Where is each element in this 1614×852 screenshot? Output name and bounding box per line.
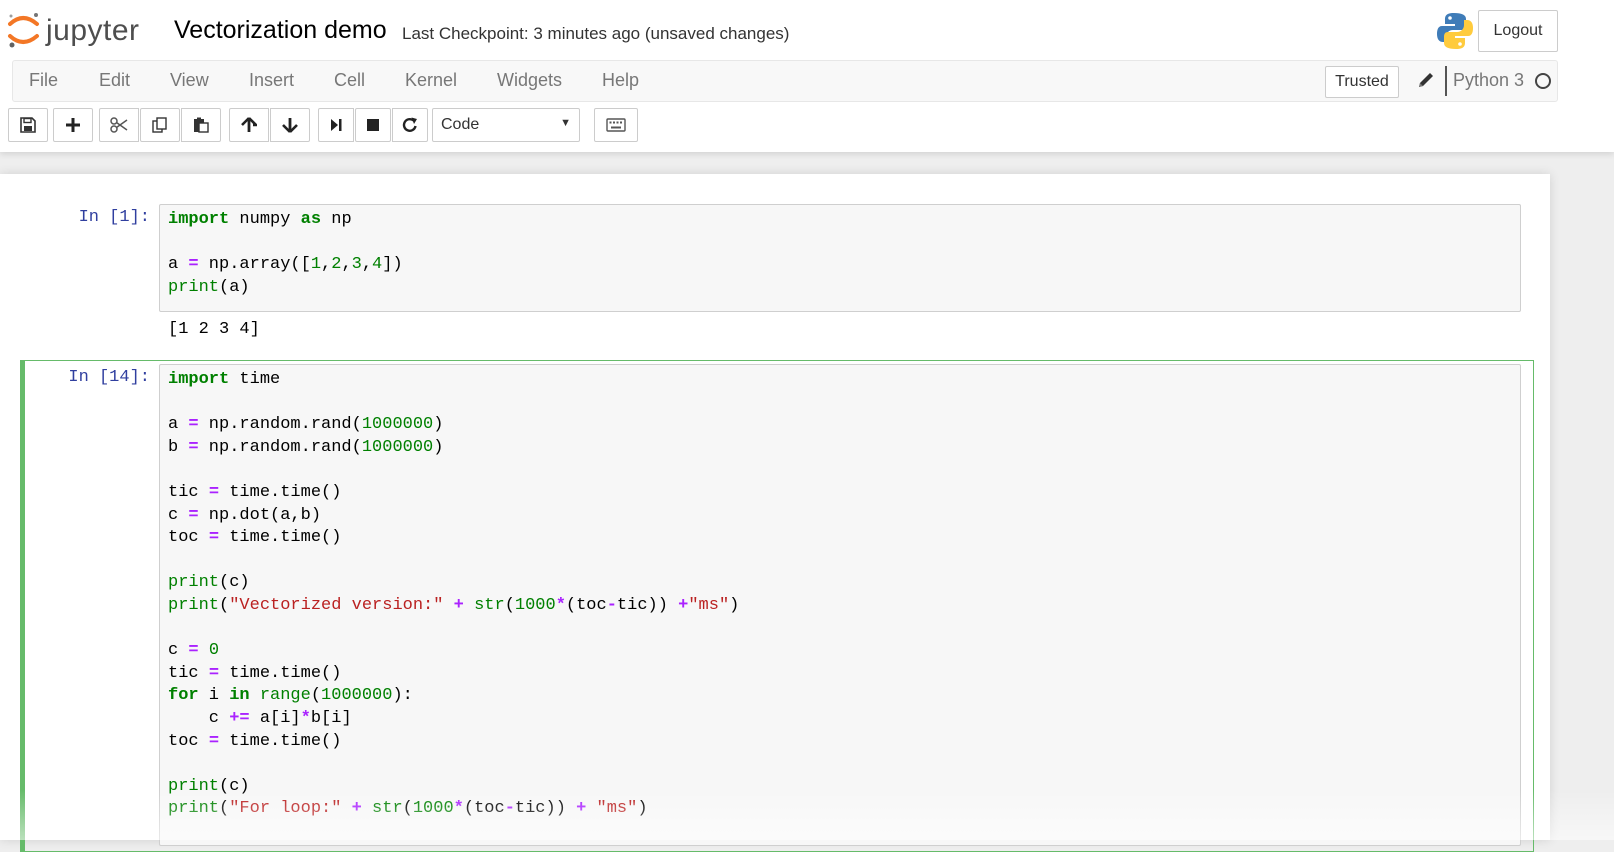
- cell-type-value: Code: [441, 116, 480, 133]
- code-line: b = np.random.rand(1000000): [168, 437, 444, 457]
- paste-icon: [194, 117, 209, 133]
- insert-cell-button[interactable]: [53, 108, 93, 142]
- code-line: print(a): [168, 277, 250, 297]
- menubar: File Edit View Insert Cell Kernel Widget…: [12, 60, 1558, 102]
- code-line: import numpy as np: [168, 210, 352, 229]
- menu-kernel[interactable]: Kernel: [405, 70, 457, 91]
- cut-button[interactable]: [99, 108, 139, 142]
- paste-button[interactable]: [181, 108, 221, 142]
- code-cell-1[interactable]: In [1]: import numpy as np a = np.array(…: [0, 174, 1550, 354]
- scissors-icon: [110, 117, 128, 133]
- notebook-title[interactable]: Vectorization demo: [174, 16, 387, 45]
- menu-view[interactable]: View: [170, 70, 209, 91]
- code-line: a = np.random.rand(1000000): [168, 415, 444, 435]
- kernel-separator: [1445, 66, 1447, 96]
- code-line: tic = time.time(): [168, 663, 342, 683]
- notebook-container: In [1]: import numpy as np a = np.array(…: [0, 174, 1550, 852]
- code-line: print("Vectorized version:" + str(1000*(…: [168, 595, 740, 615]
- kernel-name[interactable]: Python 3: [1453, 70, 1524, 91]
- code-line: toc = time.time(): [168, 731, 342, 751]
- pencil-icon[interactable]: [1417, 71, 1435, 89]
- keyboard-icon: [606, 118, 626, 132]
- move-down-button[interactable]: [270, 108, 310, 142]
- menu-insert[interactable]: Insert: [249, 70, 294, 91]
- code-line: import time: [168, 370, 281, 389]
- move-up-button[interactable]: [229, 108, 269, 142]
- logout-button[interactable]: Logout: [1478, 10, 1558, 52]
- plus-icon: [66, 118, 80, 132]
- menu-file[interactable]: File: [29, 70, 58, 91]
- interrupt-button[interactable]: [355, 108, 391, 142]
- caret-down-icon: ▼: [560, 117, 571, 129]
- menu-cell[interactable]: Cell: [334, 70, 365, 91]
- logo-text: jupyter: [46, 14, 140, 47]
- code-line: print(c): [168, 573, 250, 593]
- stop-icon: [367, 119, 379, 131]
- code-line: print(c): [168, 776, 250, 796]
- trusted-indicator[interactable]: Trusted: [1325, 66, 1399, 98]
- arrow-down-icon: [282, 118, 298, 133]
- code-line: c = np.dot(a,b): [168, 505, 322, 525]
- checkpoint-status: Last Checkpoint: 3 minutes ago (unsaved …: [402, 24, 790, 43]
- menu-edit[interactable]: Edit: [99, 70, 130, 91]
- restart-button[interactable]: [392, 108, 428, 142]
- python-logo-icon: [1437, 13, 1473, 49]
- arrow-up-icon: [241, 117, 257, 132]
- menu-widgets[interactable]: Widgets: [497, 70, 562, 91]
- input-prompt: In [1]:: [78, 208, 150, 227]
- step-forward-icon: [331, 119, 342, 131]
- code-text[interactable]: import numpy as np a = np.array([1,2,3,4…: [168, 209, 403, 299]
- code-line: toc = time.time(): [168, 528, 342, 548]
- copy-button[interactable]: [140, 108, 180, 142]
- code-editor[interactable]: import numpy as np a = np.array([1,2,3,4…: [159, 204, 1521, 312]
- code-line: c = 0: [168, 641, 220, 661]
- save-icon: [20, 117, 36, 133]
- code-line: tic = time.time(): [168, 482, 342, 502]
- code-line: for i in range(1000000):: [168, 686, 413, 706]
- code-line: a = np.array([1,2,3,4]): [168, 255, 403, 275]
- command-palette-button[interactable]: [594, 108, 638, 142]
- code-editor[interactable]: import time a = np.random.rand(1000000) …: [159, 364, 1521, 846]
- run-cell-button[interactable]: [318, 108, 354, 142]
- restart-icon: [402, 117, 417, 132]
- code-text[interactable]: import time a = np.random.rand(1000000) …: [168, 369, 739, 821]
- input-prompt: In [14]:: [68, 368, 150, 387]
- kernel-idle-icon: [1535, 73, 1551, 89]
- jupyter-logo[interactable]: jupyter: [6, 10, 156, 52]
- copy-icon: [152, 117, 167, 133]
- notebook-header: jupyter Vectorization demo Last Checkpoi…: [0, 0, 1614, 152]
- code-line: print("For loop:" + str(1000*(toc-tic)) …: [168, 799, 648, 819]
- jupyter-logo-icon: [8, 13, 39, 48]
- code-line: c += a[i]*b[i]: [168, 708, 352, 728]
- menu-help[interactable]: Help: [602, 70, 639, 91]
- cell-output: [1 2 3 4]: [168, 320, 260, 339]
- save-button[interactable]: [8, 108, 48, 142]
- cell-type-select[interactable]: Code ▼: [432, 108, 580, 142]
